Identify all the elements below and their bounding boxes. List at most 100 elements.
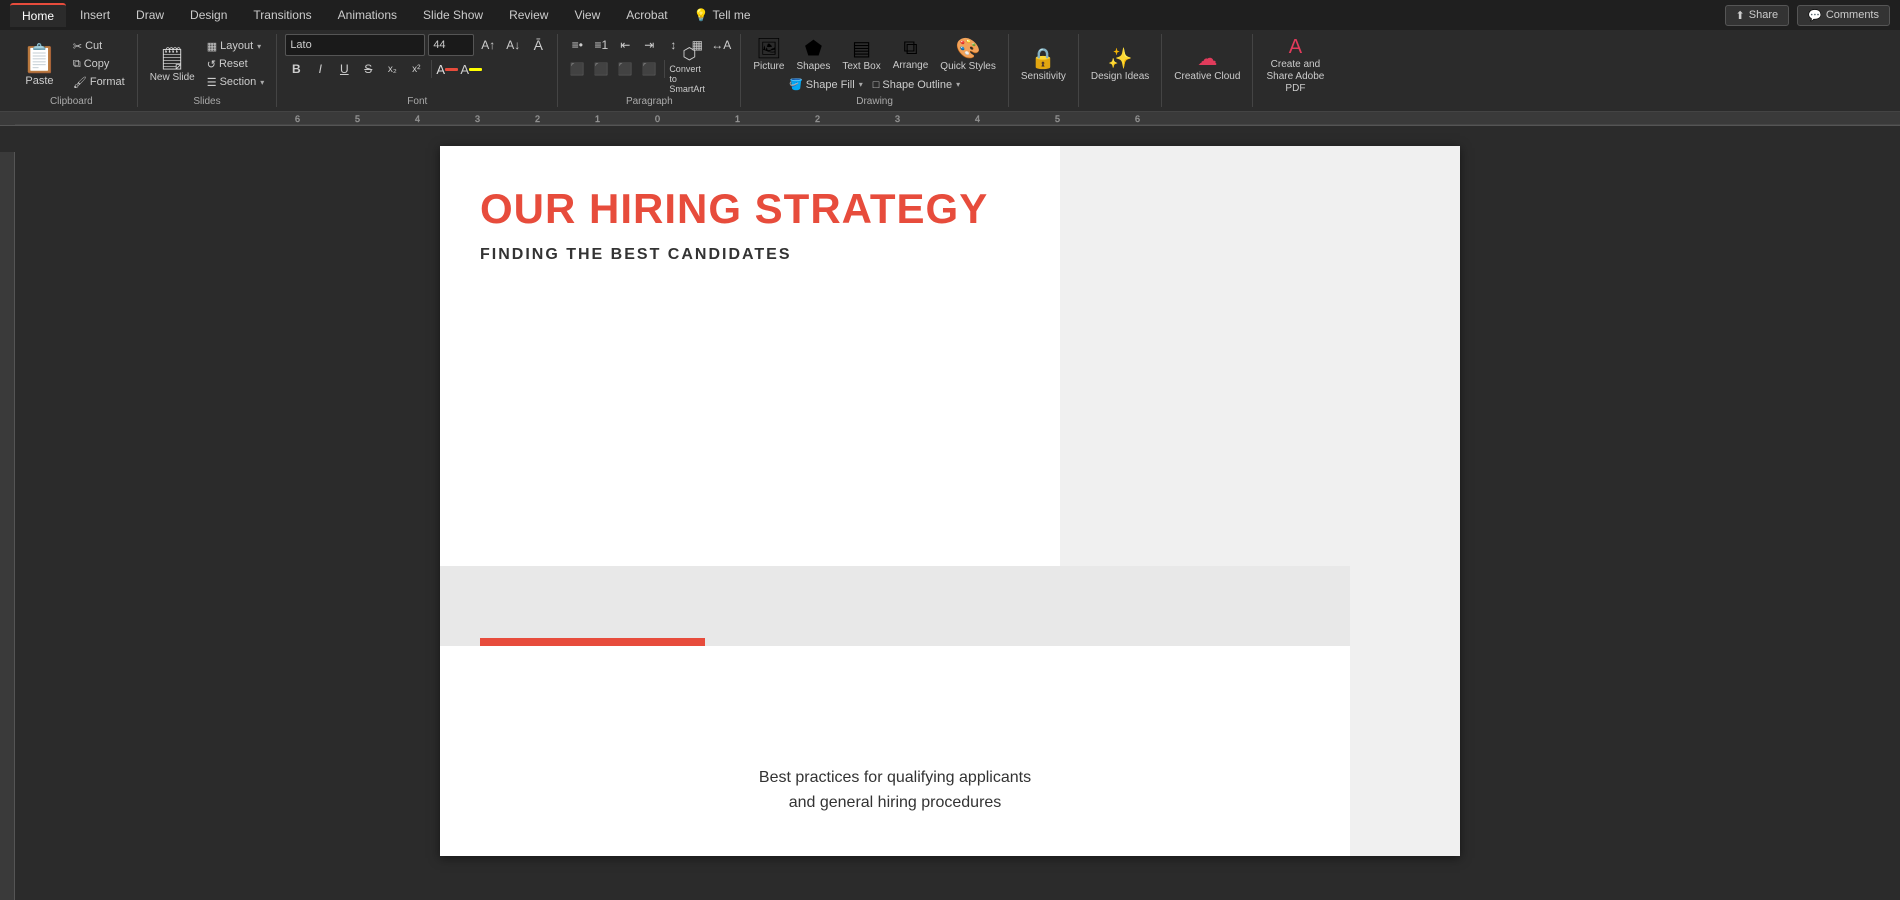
svg-text:3: 3 (895, 114, 900, 124)
slide-top-right-panel (1060, 146, 1460, 566)
tab-acrobat[interactable]: Acrobat (614, 4, 679, 26)
smartart-button[interactable]: ⬡ Convert to SmartArt (669, 58, 709, 80)
create-share-adobe-button[interactable]: A Create and Share Adobe PDF (1261, 34, 1329, 97)
picture-button[interactable]: 🖼 Picture (749, 34, 788, 74)
increase-font-button[interactable]: A↑ (477, 34, 499, 56)
sensitivity-button[interactable]: 🔒 Sensitivity (1017, 44, 1070, 84)
design-ideas-content: ✨ Design Ideas (1087, 34, 1153, 94)
font-color-button[interactable]: A (436, 58, 458, 80)
format-painter-button[interactable]: 🖌 Format (69, 74, 129, 91)
svg-text:2: 2 (815, 114, 820, 124)
text-box-button[interactable]: ▤ Text Box (838, 34, 884, 74)
align-center-button[interactable]: ⬛ (590, 58, 612, 80)
text-box-icon: ▤ (852, 36, 871, 61)
svg-text:5: 5 (355, 114, 360, 124)
tab-tell-me[interactable]: 💡 Tell me (682, 4, 763, 26)
tab-transitions[interactable]: Transitions (241, 4, 323, 26)
numbered-list-button[interactable]: ≡1 (590, 34, 612, 56)
arrange-button[interactable]: ⧉ Arrange (889, 35, 933, 73)
layout-dropdown-icon: ▾ (257, 42, 261, 51)
shape-outline-dropdown-icon: ▾ (956, 80, 960, 89)
svg-text:0: 0 (655, 114, 660, 124)
quick-styles-icon: 🎨 (956, 36, 981, 61)
svg-text:6: 6 (295, 114, 300, 124)
slide-options-group: ▦ Layout ▾ ↺ Reset ☰ Section ▾ (203, 38, 269, 91)
text-direction-button[interactable]: ↔A (710, 34, 732, 56)
font-name-input[interactable] (285, 34, 425, 56)
strikethrough-button[interactable]: S (357, 58, 379, 80)
design-ideas-button[interactable]: ✨ Design Ideas (1087, 44, 1153, 84)
tab-review[interactable]: Review (497, 4, 560, 26)
creative-cloud-icon: ☁ (1197, 46, 1217, 71)
quick-styles-button[interactable]: 🎨 Quick Styles (936, 34, 1000, 74)
slide-title-area: OUR HIRING STRATEGY FINDING THE BEST CAN… (440, 146, 1060, 566)
text-highlight-button[interactable]: A (460, 58, 482, 80)
creative-cloud-button[interactable]: ☁ Creative Cloud (1170, 44, 1244, 84)
paste-button[interactable]: 📋 Paste (14, 38, 65, 91)
shape-fill-icon: 🪣 (789, 78, 803, 91)
design-ideas-group: ✨ Design Ideas (1079, 34, 1162, 107)
section-button[interactable]: ☰ Section ▾ (203, 74, 269, 91)
horizontal-ruler: 6 5 4 3 2 1 0 1 2 3 4 5 6 (0, 112, 1900, 126)
slide-subtitle[interactable]: FINDING THE BEST CANDIDATES (480, 246, 1020, 264)
bold-button[interactable]: B (285, 58, 307, 80)
italic-button[interactable]: I (309, 58, 331, 80)
line-spacing-button[interactable]: ↕ (662, 34, 684, 56)
new-slide-button[interactable]: 🗒 New Slide (146, 44, 199, 85)
new-slide-icon: 🗒 (158, 46, 186, 72)
decrease-font-button[interactable]: A↓ (502, 34, 524, 56)
slide-title[interactable]: OUR HIRING STRATEGY (480, 186, 1020, 232)
cut-button[interactable]: ✂ Cut (69, 38, 129, 55)
tab-home[interactable]: Home (10, 3, 66, 27)
tab-slideshow[interactable]: Slide Show (411, 4, 495, 26)
svg-text:1: 1 (595, 114, 600, 124)
underline-button[interactable]: U (333, 58, 355, 80)
font-separator1 (431, 60, 432, 78)
svg-text:4: 4 (975, 114, 980, 124)
shape-outline-button[interactable]: □ Shape Outline ▾ (869, 77, 964, 93)
slide-description-area[interactable]: Best practices for qualifying applicants… (440, 646, 1350, 856)
smartart-icon: ⬡ (682, 44, 696, 64)
tab-animations[interactable]: Animations (326, 4, 409, 26)
tab-view[interactable]: View (562, 4, 612, 26)
design-ideas-icon: ✨ (1108, 46, 1133, 71)
slide-bottom-section: Best practices for qualifying applicants… (440, 646, 1460, 856)
clear-format-button[interactable]: Ā (527, 34, 549, 56)
share-button[interactable]: ⬆ Share (1725, 5, 1790, 26)
picture-icon: 🖼 (756, 36, 781, 61)
font-size-input[interactable] (428, 34, 474, 56)
reset-button[interactable]: ↺ Reset (203, 56, 269, 73)
increase-indent-button[interactable]: ⇥ (638, 34, 660, 56)
para-separator (664, 60, 665, 78)
comment-icon: 💬 (1808, 9, 1822, 22)
superscript-button[interactable]: x² (405, 58, 427, 80)
layout-button[interactable]: ▦ Layout ▾ (203, 38, 269, 55)
ribbon-actions: ⬆ Share 💬 Comments (1725, 5, 1890, 26)
sensitivity-icon: 🔒 (1031, 46, 1056, 71)
comments-button[interactable]: 💬 Comments (1797, 5, 1890, 26)
subscript-button[interactable]: x₂ (381, 58, 403, 80)
svg-text:6: 6 (1135, 114, 1140, 124)
slide-middle-left (440, 566, 1350, 646)
tab-design[interactable]: Design (178, 4, 239, 26)
creative-cloud-group: ☁ Creative Cloud (1162, 34, 1253, 107)
shapes-icon: ⬟ (805, 36, 822, 61)
section-dropdown-icon: ▾ (260, 78, 264, 87)
align-right-button[interactable]: ⬛ (614, 58, 636, 80)
bullets-button[interactable]: ≡• (566, 34, 588, 56)
shape-outline-icon: □ (873, 79, 880, 91)
canvas-area: OUR HIRING STRATEGY FINDING THE BEST CAN… (0, 126, 1900, 874)
shape-fill-button[interactable]: 🪣 Shape Fill ▾ (785, 76, 867, 93)
tab-draw[interactable]: Draw (124, 4, 176, 26)
adobe-content: A Create and Share Adobe PDF (1261, 34, 1329, 97)
slide[interactable]: OUR HIRING STRATEGY FINDING THE BEST CAN… (440, 146, 1460, 856)
shapes-button[interactable]: ⬟ Shapes (792, 34, 834, 74)
decrease-indent-button[interactable]: ⇤ (614, 34, 636, 56)
copy-button[interactable]: ⧉ Copy (69, 56, 129, 73)
slide-middle-right (1350, 566, 1460, 646)
justify-button[interactable]: ⬛ (638, 58, 660, 80)
align-left-button[interactable]: ⬛ (566, 58, 588, 80)
tab-insert[interactable]: Insert (68, 4, 122, 26)
left-ruler (0, 152, 15, 900)
font-group: A↑ A↓ Ā B I U S x₂ x² A A (277, 34, 558, 107)
